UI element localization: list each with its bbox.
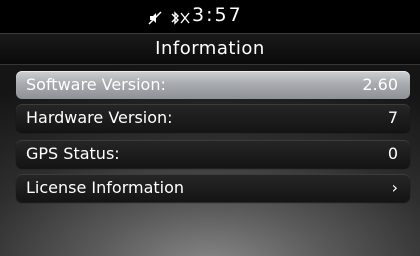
- title-bar: Information: [0, 34, 420, 65]
- software-version-row[interactable]: Software Version: 2.60: [16, 71, 410, 99]
- clock: 3:57: [192, 4, 243, 26]
- gps-status-label: GPS Status:: [26, 144, 120, 163]
- hardware-version-label: Hardware Version:: [26, 108, 173, 127]
- page-title: Information: [155, 38, 265, 59]
- hardware-version-value: 7: [387, 108, 398, 127]
- info-screen: 3:57 Information Software Version: 2.60 …: [0, 0, 420, 256]
- chevron-right-icon: ›: [391, 178, 398, 197]
- hardware-version-row[interactable]: Hardware Version: 7: [16, 104, 410, 132]
- license-information-label: License Information: [26, 178, 185, 197]
- gps-status-value: 0: [387, 144, 398, 163]
- status-bar: 3:57: [0, 0, 420, 34]
- bluetooth-icon: [168, 10, 190, 26]
- software-version-value: 2.60: [362, 75, 398, 94]
- software-version-label: Software Version:: [26, 75, 166, 94]
- gps-status-row[interactable]: GPS Status: 0: [16, 140, 410, 168]
- status-icons: [148, 9, 190, 27]
- license-information-row[interactable]: License Information ›: [16, 174, 410, 202]
- mute-icon: [148, 11, 162, 25]
